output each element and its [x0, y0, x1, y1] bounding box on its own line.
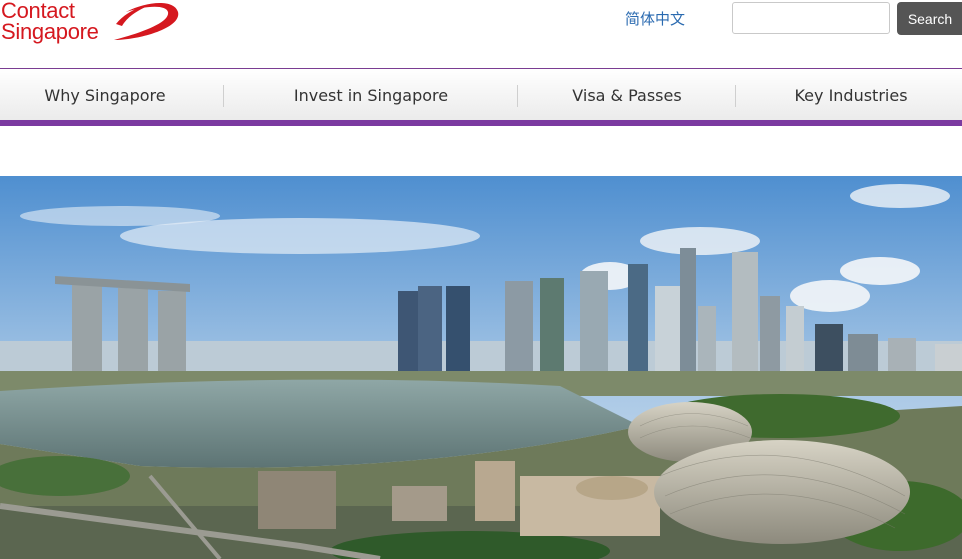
nav-item-key-industries[interactable]: Key Industries	[736, 69, 962, 121]
main-nav: Why Singapore Invest in Singapore Visa &…	[0, 68, 962, 120]
hero-skyline-image	[0, 176, 962, 559]
logo-text-line2: Singapore	[1, 19, 99, 44]
language-link-chinese[interactable]: 简体中文	[625, 8, 685, 29]
skyline-illustration	[0, 176, 962, 559]
site-header: Contact Singapore 简体中文 Search	[0, 0, 962, 68]
nav-item-invest-in-singapore[interactable]: Invest in Singapore	[224, 69, 518, 121]
site-logo[interactable]: Contact Singapore	[0, 0, 190, 48]
logo-swoosh-icon	[114, 2, 179, 40]
nav-item-why-singapore[interactable]: Why Singapore	[0, 69, 210, 121]
search-button[interactable]: Search	[897, 2, 962, 35]
nav-item-visa-passes[interactable]: Visa & Passes	[518, 69, 736, 121]
search-input[interactable]	[732, 2, 890, 34]
nav-accent-bar	[0, 120, 962, 126]
